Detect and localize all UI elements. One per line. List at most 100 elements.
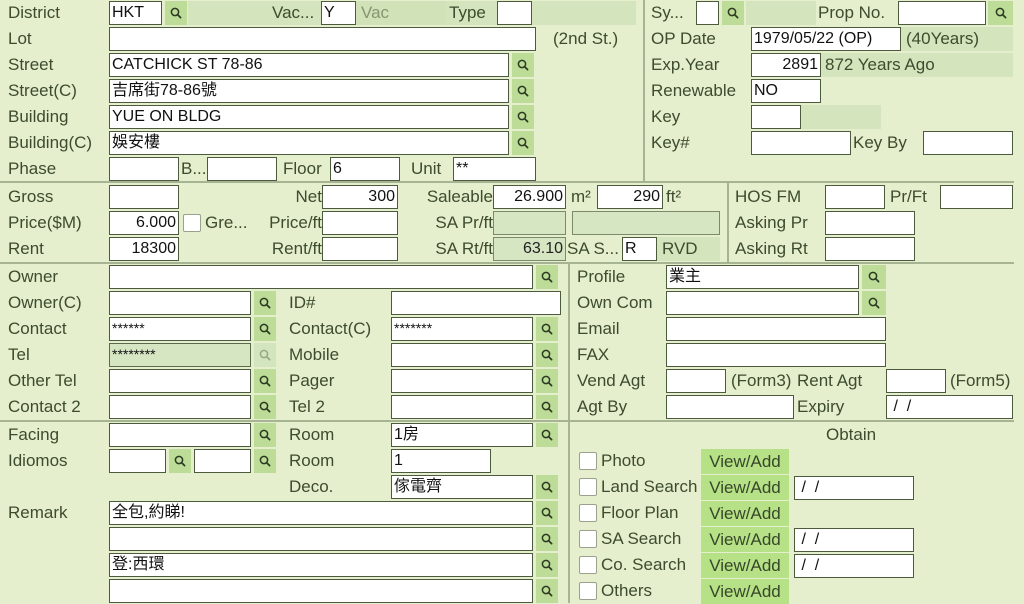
tel2-field[interactable]: [391, 395, 533, 419]
price-field[interactable]: 6.000: [109, 211, 179, 235]
room2-field[interactable]: 1: [391, 449, 491, 473]
rent-field[interactable]: 18300: [109, 237, 179, 261]
hos-fm-field[interactable]: [825, 185, 885, 209]
remark-line-1[interactable]: 全包,約睇!: [109, 501, 533, 525]
photo-view-add-button[interactable]: View/Add: [701, 449, 789, 474]
district-field[interactable]: HKT: [109, 1, 162, 25]
others-view-add-button[interactable]: View/Add: [701, 579, 789, 604]
street-field[interactable]: CATCHICK ST 78-86: [109, 53, 509, 77]
building-search-button[interactable]: [512, 105, 534, 129]
asking-rt-field[interactable]: [825, 237, 915, 261]
co-search-view-add-button[interactable]: View/Add: [701, 553, 789, 578]
email-field[interactable]: [666, 317, 886, 341]
sy-search-button[interactable]: [722, 1, 744, 25]
profile-search-button[interactable]: [862, 265, 886, 289]
saleable-ft2-field[interactable]: 290: [597, 185, 663, 209]
owner-field[interactable]: [109, 265, 533, 289]
asking-pr-field[interactable]: [825, 211, 915, 235]
block-field[interactable]: [207, 157, 277, 181]
sa-search-date-field[interactable]: / /: [794, 528, 914, 552]
vacant-field[interactable]: Y: [321, 1, 356, 25]
street-c-field[interactable]: 吉席街78-86號: [109, 79, 509, 103]
land-search-date-field[interactable]: / /: [794, 476, 914, 500]
op-date-field[interactable]: 1979/05/22 (OP): [751, 27, 901, 51]
street-c-search-button[interactable]: [512, 79, 534, 103]
district-search-button[interactable]: [165, 1, 187, 25]
contact-c-field[interactable]: *******: [391, 317, 533, 341]
floor-plan-view-add-button[interactable]: View/Add: [701, 501, 789, 526]
others-checkbox[interactable]: [579, 582, 597, 600]
remark-line-2[interactable]: [109, 527, 533, 551]
other-tel-field[interactable]: [109, 369, 251, 393]
unit-field[interactable]: **: [453, 157, 536, 181]
owner-c-field[interactable]: [109, 291, 251, 315]
remark-4-search-button[interactable]: [536, 579, 558, 603]
contact-c-search-button[interactable]: [536, 317, 558, 341]
pr-ft-field[interactable]: [940, 185, 1013, 209]
idiomos-search-button-1[interactable]: [169, 449, 191, 473]
fax-field[interactable]: [666, 343, 886, 367]
gross-price-checkbox[interactable]: [183, 214, 201, 232]
remark-1-search-button[interactable]: [536, 501, 558, 525]
facing-field[interactable]: [109, 423, 251, 447]
room-search-button[interactable]: [536, 423, 558, 447]
profile-field[interactable]: 業主: [666, 265, 859, 289]
other-tel-search-button[interactable]: [254, 369, 276, 393]
floor-plan-checkbox[interactable]: [579, 504, 597, 522]
prop-no-search-button[interactable]: [988, 1, 1013, 25]
key-no-field[interactable]: [751, 131, 851, 155]
remark-line-3[interactable]: 登:西環: [109, 553, 533, 577]
contact-field[interactable]: ******: [109, 317, 251, 341]
building-field[interactable]: YUE ON BLDG: [109, 105, 509, 129]
key-field[interactable]: [751, 105, 801, 129]
co-search-checkbox[interactable]: [579, 556, 597, 574]
co-search-date-field[interactable]: / /: [794, 554, 914, 578]
vend-agt-field[interactable]: [666, 369, 726, 393]
mobile-search-button[interactable]: [536, 343, 558, 367]
remark-3-search-button[interactable]: [536, 553, 558, 577]
idiomos-field-2[interactable]: [194, 449, 251, 473]
type-field[interactable]: [497, 1, 532, 25]
sa-s-field[interactable]: R: [622, 237, 657, 261]
contact2-search-button[interactable]: [254, 395, 276, 419]
key-by-field[interactable]: [923, 131, 1013, 155]
rent-ft-field[interactable]: [322, 237, 398, 261]
prop-no-field[interactable]: [898, 1, 986, 25]
net-field[interactable]: 300: [322, 185, 398, 209]
contact2-field[interactable]: [109, 395, 251, 419]
facing-search-button[interactable]: [254, 423, 276, 447]
gross-field[interactable]: [109, 185, 179, 209]
renewable-field[interactable]: NO: [751, 79, 821, 103]
sa-search-checkbox[interactable]: [579, 530, 597, 548]
room-field[interactable]: 1房: [391, 423, 533, 447]
street-search-button[interactable]: [512, 53, 534, 77]
mobile-field[interactable]: [391, 343, 533, 367]
own-com-field[interactable]: [666, 291, 859, 315]
id-no-field[interactable]: [391, 291, 561, 315]
own-com-search-button[interactable]: [862, 291, 886, 315]
expiry-field[interactable]: / /: [886, 395, 1013, 419]
photo-checkbox[interactable]: [579, 452, 597, 470]
floor-field[interactable]: 6: [330, 157, 400, 181]
pager-search-button[interactable]: [536, 369, 558, 393]
sy-field[interactable]: [696, 1, 719, 25]
price-ft-field[interactable]: [322, 211, 398, 235]
pager-field[interactable]: [391, 369, 533, 393]
lot-field[interactable]: [109, 27, 536, 51]
building-c-search-button[interactable]: [512, 131, 534, 155]
land-search-view-add-button[interactable]: View/Add: [701, 475, 789, 500]
contact-search-button[interactable]: [254, 317, 276, 341]
tel2-search-button[interactable]: [536, 395, 558, 419]
land-search-checkbox[interactable]: [579, 478, 597, 496]
owner-search-button[interactable]: [536, 265, 558, 289]
idiomos-search-button-2[interactable]: [254, 449, 276, 473]
deco-search-button[interactable]: [536, 475, 558, 499]
exp-year-field[interactable]: 2891: [751, 53, 821, 77]
sa-search-view-add-button[interactable]: View/Add: [701, 527, 789, 552]
deco-field[interactable]: 傢電齊: [391, 475, 533, 499]
agt-by-field[interactable]: [666, 395, 794, 419]
rent-agt-field[interactable]: [886, 369, 946, 393]
remark-line-4[interactable]: [109, 579, 533, 603]
phase-field[interactable]: [109, 157, 179, 181]
remark-2-search-button[interactable]: [536, 527, 558, 551]
